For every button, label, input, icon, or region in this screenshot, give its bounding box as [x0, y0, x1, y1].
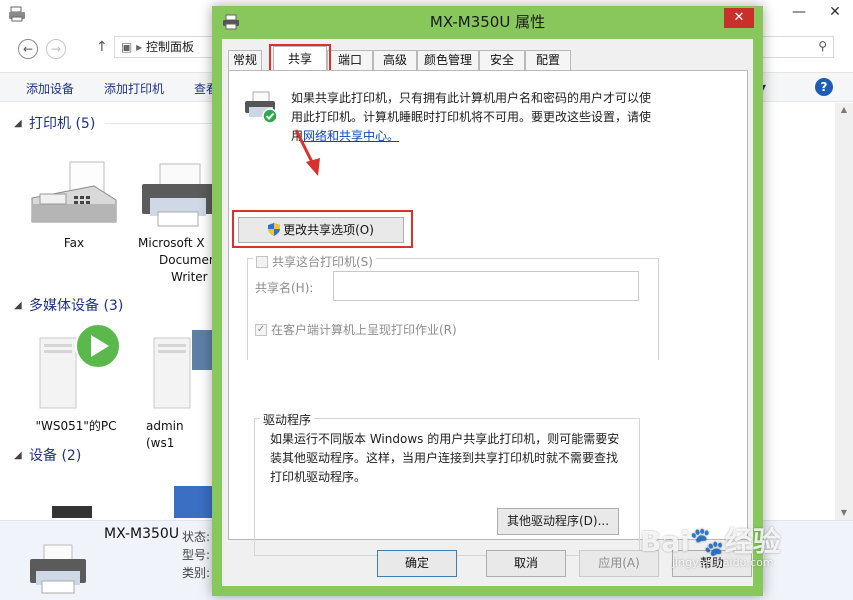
scroll-up-icon[interactable]: ▲: [835, 103, 853, 117]
section-divider: [105, 123, 215, 124]
cancel-button[interactable]: 取消: [486, 550, 566, 577]
printer-properties-dialog: MX-M350U 属性 ✕ 常规 共享 端口 高级 颜色管理 安全 配置 如果共…: [212, 6, 763, 596]
drivers-description: 如果运行不同版本 Windows 的用户共享此打印机，则可能需要安 装其他驱动程…: [270, 430, 632, 487]
details-state-label: 状态:: [182, 530, 211, 544]
explorer-scrollbar[interactable]: ▲ ▼: [835, 103, 853, 520]
section-devices[interactable]: 设备 (2): [29, 445, 81, 465]
help-icon[interactable]: ?: [815, 78, 833, 96]
collapse-multimedia-icon[interactable]: ◢: [14, 300, 22, 311]
xps-label-line2: Documen: [159, 253, 217, 267]
highlight-change-sharing: [232, 210, 413, 248]
tab-advanced[interactable]: 高级: [373, 50, 417, 70]
collapse-printers-icon[interactable]: ◢: [14, 118, 22, 129]
share-printer-checkbox[interactable]: [256, 255, 268, 268]
back-button[interactable]: ←: [18, 39, 38, 59]
explorer-close-icon[interactable]: ✕: [817, 0, 853, 26]
fax-device-icon[interactable]: [24, 160, 120, 230]
ok-button[interactable]: 确定: [377, 550, 457, 577]
address-text: 控制面板: [146, 40, 195, 54]
section-multimedia[interactable]: 多媒体设备 (3): [29, 295, 123, 315]
search-input[interactable]: ⚲: [762, 36, 834, 58]
share-name-input[interactable]: [333, 271, 639, 301]
xps-writer-label: Microsoft X Documen Writer: [138, 235, 217, 286]
render-jobs-label: 在客户端计算机上呈现打印作业(R): [271, 323, 457, 337]
add-device-button[interactable]: 添加设备: [26, 80, 74, 97]
xps-label-line3: Writer: [171, 270, 208, 284]
devices-printers-icon: [9, 6, 25, 22]
drivers-legend: 驱动程序: [260, 411, 315, 428]
media-pc-admin-icon[interactable]: [150, 330, 214, 410]
tab-security[interactable]: 安全: [479, 50, 525, 70]
drivers-text-line2: 装其他驱动程序。这样，当用户连接到共享打印机时就不需要查找: [270, 451, 619, 465]
dialog-title: MX-M350U 属性: [429, 13, 546, 31]
device-keyboard-icon[interactable]: [52, 506, 92, 518]
other-drivers-button[interactable]: 其他驱动程序(D)...: [497, 508, 619, 535]
fax-label: Fax: [63, 236, 85, 250]
share-printer-row: 共享这台打印机(S): [253, 253, 376, 270]
render-jobs-row: ✓ 在客户端计算机上呈现打印作业(R): [255, 321, 457, 338]
up-button[interactable]: ↑: [96, 39, 108, 55]
baidu-watermark: Bai🐾经验: [640, 525, 781, 558]
forward-button[interactable]: →: [46, 39, 66, 59]
details-model-label: 型号:: [182, 548, 211, 562]
details-category-label: 类别:: [182, 566, 211, 580]
intro-line1: 如果共享此打印机，只有拥有此计算机用户名和密码的用户才可以使: [291, 91, 652, 105]
intro-line3: 用网络和共享中心。: [291, 127, 663, 146]
drivers-text-line1: 如果运行不同版本 Windows 的用户共享此打印机，则可能需要安: [270, 432, 620, 446]
xps-label-line1: Microsoft X: [138, 236, 205, 250]
scroll-down-icon[interactable]: ▼: [835, 506, 853, 520]
device-monitor-icon[interactable]: [174, 486, 214, 518]
baidu-watermark-url: jingyan.baidu.com: [672, 556, 774, 569]
address-bar[interactable]: ▣ ▸ 控制面板: [114, 36, 218, 58]
section-printers[interactable]: 打印机 (5): [29, 113, 95, 133]
intro-line2: 用此打印机。计算机睡眠时打印机将不可用。要更改这些设置，请使: [291, 110, 652, 124]
share-name-label: 共享名(H):: [255, 281, 314, 295]
dialog-client-area: 常规 共享 端口 高级 颜色管理 安全 配置 如果共享此打印机，只有拥有此计算机…: [222, 39, 753, 586]
tab-ports[interactable]: 端口: [327, 50, 373, 70]
annotation-arrow-icon: [294, 129, 320, 176]
explorer-minimize-button[interactable]: —: [781, 0, 817, 26]
dialog-close-icon[interactable]: ✕: [724, 8, 754, 28]
details-device-name: MX-M350U: [104, 526, 180, 542]
share-printer-label: 共享这台打印机(S): [272, 255, 373, 269]
tab-color-management[interactable]: 颜色管理: [417, 50, 479, 70]
collapse-devices-icon[interactable]: ◢: [14, 450, 22, 461]
render-jobs-checkbox[interactable]: ✓: [255, 323, 267, 336]
xps-writer-device-icon[interactable]: [138, 162, 214, 230]
add-printer-button[interactable]: 添加打印机: [104, 80, 164, 97]
media-pc-ws051-label: "WS051"的PC: [35, 419, 117, 433]
sharing-intro-text: 如果共享此打印机，只有拥有此计算机用户名和密码的用户才可以使 用此打印机。计算机…: [291, 89, 663, 146]
drivers-text-line3: 打印机驱动程序。: [270, 470, 367, 484]
shared-printer-icon: [245, 91, 278, 124]
tab-configuration[interactable]: 配置: [525, 50, 571, 70]
media-pc-admin-label: admin (ws1: [146, 419, 184, 450]
media-pc-ws051-icon[interactable]: [36, 322, 126, 412]
address-printer-icon: ▣ ▸: [121, 40, 146, 54]
search-icon[interactable]: ⚲: [818, 39, 827, 53]
tab-general[interactable]: 常规: [228, 50, 262, 70]
details-printer-icon: [30, 544, 86, 594]
